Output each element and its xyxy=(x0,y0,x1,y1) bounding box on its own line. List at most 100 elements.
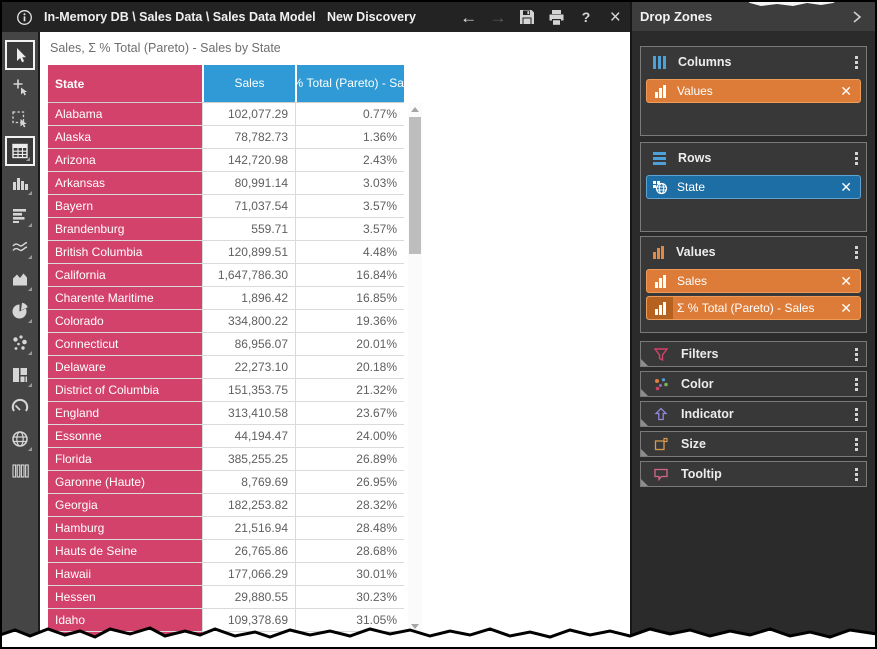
cell-state: Georgia xyxy=(48,494,202,516)
cell-sales: 385,255.25 xyxy=(202,448,295,470)
dropzone-color[interactable]: Color xyxy=(640,371,867,397)
remove-chip-icon[interactable]: ✕ xyxy=(840,180,852,194)
chip-state[interactable]: State ✕ xyxy=(646,175,861,199)
vertical-scrollbar[interactable] xyxy=(408,103,422,647)
table-row[interactable]: Alaska 78,782.73 1.36% xyxy=(48,126,404,149)
page-title: New Discovery xyxy=(327,10,416,24)
cell-sales: 182,253.82 xyxy=(202,494,295,516)
remove-chip-icon[interactable]: ✕ xyxy=(840,301,852,315)
bar-chart-icon xyxy=(10,205,30,225)
table-row[interactable]: Charente Maritime 1,896.42 16.85% xyxy=(48,287,404,310)
help-button[interactable]: ? xyxy=(574,5,598,29)
table-row[interactable]: Brandenburg 559.71 3.57% xyxy=(48,218,404,241)
scroll-up-button[interactable] xyxy=(408,103,422,116)
table-row[interactable]: Arizona 142,720.98 2.43% xyxy=(48,149,404,172)
kebab-menu-icon[interactable] xyxy=(855,408,858,421)
remove-chip-icon[interactable]: ✕ xyxy=(840,274,852,288)
tool-column-chart-button[interactable] xyxy=(5,168,35,198)
cell-state: Alaska xyxy=(48,126,202,148)
dropzone-size[interactable]: Size xyxy=(640,431,867,457)
tool-sidebar xyxy=(2,32,40,647)
chip-sales[interactable]: Sales ✕ xyxy=(646,269,861,293)
dropzone-columns-header[interactable]: Columns xyxy=(641,47,866,77)
table-row[interactable]: Alabama 102,077.29 0.77% xyxy=(48,103,404,126)
close-button[interactable]: × xyxy=(603,5,627,29)
table-header-row: State Sales Σ % Total (Pareto) - Sales xyxy=(48,65,404,103)
table-row[interactable]: Hawaii 177,066.29 30.01% xyxy=(48,563,404,586)
table-row[interactable]: Florida 385,255.25 26.89% xyxy=(48,448,404,471)
table-row[interactable]: California 1,647,786.30 16.84% xyxy=(48,264,404,287)
tool-pointer-button[interactable] xyxy=(5,40,35,70)
table-row[interactable]: Connecticut 86,956.07 20.01% xyxy=(48,333,404,356)
dropzone-values: Values Sales ✕ Σ % Total (Pareto) - Sale… xyxy=(640,236,867,333)
table-row[interactable]: Arkansas 80,991.14 3.03% xyxy=(48,172,404,195)
column-header-sales[interactable]: Sales xyxy=(202,65,295,102)
bar-chart-icon xyxy=(655,85,666,98)
save-button[interactable] xyxy=(515,5,539,29)
chip-pareto-sales[interactable]: Σ % Total (Pareto) - Sales ✕ xyxy=(646,296,861,320)
dropzone-values-header[interactable]: Values xyxy=(641,237,866,267)
kebab-menu-icon[interactable] xyxy=(855,378,858,391)
scrollbar-thumb[interactable] xyxy=(409,117,421,254)
tool-bar-chart-button[interactable] xyxy=(5,200,35,230)
flyout-indicator xyxy=(26,157,30,161)
table-row[interactable]: Georgia 182,253.82 28.32% xyxy=(48,494,404,517)
tool-area-chart-button[interactable] xyxy=(5,264,35,294)
dropzone-indicator[interactable]: Indicator xyxy=(640,401,867,427)
table-row[interactable]: Hamburg 21,516.94 28.48% xyxy=(48,517,404,540)
treemap-icon xyxy=(10,365,30,385)
dropzone-rows-header[interactable]: Rows xyxy=(641,143,866,173)
scatter-chart-icon xyxy=(10,333,30,353)
tool-marquee-select-button[interactable] xyxy=(5,104,35,134)
tool-grid-visualization-button[interactable] xyxy=(5,136,35,166)
back-button[interactable]: ← xyxy=(457,5,481,29)
cell-pct: 21.32% xyxy=(295,379,404,401)
column-header-pareto[interactable]: Σ % Total (Pareto) - Sales xyxy=(295,65,404,102)
cell-pct: 3.03% xyxy=(295,172,404,194)
tool-gauge-button[interactable] xyxy=(5,392,35,422)
forward-button[interactable]: → xyxy=(486,5,510,29)
kebab-menu-icon[interactable] xyxy=(855,438,858,451)
table-row[interactable]: England 313,410.58 23.67% xyxy=(48,402,404,425)
table-row[interactable]: Hessen 29,880.55 30.23% xyxy=(48,586,404,609)
cell-sales: 177,066.29 xyxy=(202,563,295,585)
table-row[interactable]: British Columbia 120,899.51 4.48% xyxy=(48,241,404,264)
tool-pie-chart-button[interactable] xyxy=(5,296,35,326)
tool-grid-columns-button[interactable] xyxy=(5,456,35,486)
tool-scatter-chart-button[interactable] xyxy=(5,328,35,358)
table-row[interactable]: Garonne (Haute) 8,769.69 26.95% xyxy=(48,471,404,494)
cell-pct: 16.84% xyxy=(295,264,404,286)
kebab-menu-icon[interactable] xyxy=(855,152,858,165)
table-row[interactable]: Delaware 22,273.10 20.18% xyxy=(48,356,404,379)
column-header-state[interactable]: State xyxy=(48,65,202,102)
table-row[interactable]: Colorado 334,800.22 19.36% xyxy=(48,310,404,333)
table-row[interactable]: Bayern 71,037.54 3.57% xyxy=(48,195,404,218)
table-row[interactable]: Essonne 44,194.47 24.00% xyxy=(48,425,404,448)
cell-pct: 30.23% xyxy=(295,586,404,608)
tool-crosshair-button[interactable] xyxy=(5,72,35,102)
kebab-menu-icon[interactable] xyxy=(855,56,858,69)
cell-state: Garonne (Haute) xyxy=(48,471,202,493)
cell-sales: 120,899.51 xyxy=(202,241,295,263)
print-button[interactable] xyxy=(545,5,569,29)
kebab-menu-icon[interactable] xyxy=(855,468,858,481)
app-window: In-Memory DB \ Sales Data \ Sales Data M… xyxy=(0,0,877,649)
tool-treemap-button[interactable] xyxy=(5,360,35,390)
table-row[interactable]: District of Columbia 151,353.75 21.32% xyxy=(48,379,404,402)
cell-sales: 22,273.10 xyxy=(202,356,295,378)
cell-pct: 16.85% xyxy=(295,287,404,309)
remove-chip-icon[interactable]: ✕ xyxy=(840,84,852,98)
table-row[interactable]: Hauts de Seine 26,765.86 28.68% xyxy=(48,540,404,563)
kebab-menu-icon[interactable] xyxy=(855,348,858,361)
flyout-indicator xyxy=(28,255,32,259)
chip-values[interactable]: Values ✕ xyxy=(646,79,861,103)
chevron-right-icon[interactable] xyxy=(851,10,863,24)
kebab-menu-icon[interactable] xyxy=(855,246,858,259)
cell-sales: 8,769.69 xyxy=(202,471,295,493)
info-icon[interactable] xyxy=(12,5,36,29)
cell-state: Hawaii xyxy=(48,563,202,585)
tool-line-chart-button[interactable] xyxy=(5,232,35,262)
tool-map-button[interactable] xyxy=(5,424,35,454)
dropzone-filters[interactable]: Filters xyxy=(640,341,867,367)
dropzone-tooltip[interactable]: Tooltip xyxy=(640,461,867,487)
